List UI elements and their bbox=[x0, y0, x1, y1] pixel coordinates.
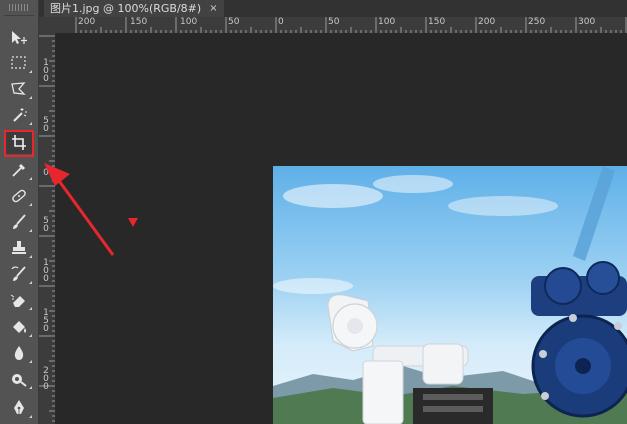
magic-wand-tool[interactable] bbox=[5, 104, 33, 126]
tools-panel bbox=[0, 0, 39, 424]
flyout-indicator bbox=[29, 386, 32, 389]
brush-icon bbox=[13, 214, 26, 229]
flyout-indicator bbox=[29, 415, 32, 418]
flyout-indicator bbox=[29, 177, 32, 180]
flyout-indicator bbox=[29, 255, 32, 258]
eyedropper-tool[interactable] bbox=[5, 159, 33, 181]
ruler-label: 200 bbox=[78, 17, 96, 27]
paint-bucket-tool[interactable] bbox=[5, 316, 33, 338]
ruler-label: 50 bbox=[328, 17, 340, 27]
document-image[interactable] bbox=[273, 166, 627, 424]
ruler-label: 250 bbox=[528, 17, 546, 27]
ruler-label: 5 0 bbox=[43, 116, 49, 134]
vertical-ruler[interactable]: 1 0 0 5 0 0 5 0 1 0 0 1 5 0 2 0 0 bbox=[39, 33, 56, 424]
ruler-label: 100 bbox=[378, 17, 396, 27]
ruler-label: 150 bbox=[428, 17, 446, 27]
pen-icon bbox=[14, 400, 24, 414]
pump-photo bbox=[273, 166, 627, 424]
brush-tool[interactable] bbox=[5, 211, 33, 233]
ruler-label: 5 0 bbox=[43, 216, 49, 234]
eraser-tool[interactable] bbox=[5, 289, 33, 311]
ruler-label: 300 bbox=[578, 17, 596, 27]
flyout-indicator bbox=[29, 96, 32, 99]
history-brush-tool[interactable] bbox=[5, 263, 33, 285]
healing-brush-tool[interactable] bbox=[5, 185, 33, 207]
flyout-indicator bbox=[29, 122, 32, 125]
flyout-indicator bbox=[29, 360, 32, 363]
flyout-indicator bbox=[29, 70, 32, 73]
flyout-indicator bbox=[29, 334, 32, 337]
rect-marquee-icon bbox=[11, 56, 26, 69]
move-icon bbox=[12, 31, 27, 44]
magic-wand-icon bbox=[13, 108, 27, 122]
flyout-indicator bbox=[29, 281, 32, 284]
document-tab-bar: 图片1.jpg @ 100%(RGB/8#) × bbox=[39, 0, 627, 17]
ruler-label: 0 bbox=[278, 17, 284, 27]
marquee-tool[interactable] bbox=[5, 52, 33, 74]
pen-tool[interactable] bbox=[5, 397, 33, 419]
blur-tool[interactable] bbox=[5, 342, 33, 364]
paint-bucket-icon bbox=[13, 321, 26, 333]
ruler-label: 100 bbox=[180, 17, 198, 27]
cursor-marker-icon bbox=[128, 218, 138, 227]
ruler-label: 1 5 0 bbox=[43, 308, 49, 334]
eraser-icon bbox=[10, 294, 25, 307]
eyedropper-icon bbox=[12, 163, 26, 177]
lasso-tool[interactable] bbox=[5, 78, 33, 100]
document-tab-title: 图片1.jpg @ 100%(RGB/8#) bbox=[50, 2, 202, 15]
flyout-indicator bbox=[29, 307, 32, 310]
bandage-icon bbox=[12, 189, 26, 203]
ruler-label: 2 0 0 bbox=[43, 366, 49, 392]
move-tool[interactable] bbox=[5, 27, 33, 49]
panel-grip[interactable] bbox=[9, 4, 29, 11]
flyout-indicator bbox=[29, 229, 32, 232]
dodge-icon bbox=[12, 374, 27, 387]
panel-divider bbox=[4, 15, 34, 16]
polygon-lasso-icon bbox=[11, 82, 26, 95]
ruler-label: 50 bbox=[228, 17, 240, 27]
ruler-label: 200 bbox=[478, 17, 496, 27]
ruler-label: 1 0 0 bbox=[43, 58, 49, 84]
dodge-tool[interactable] bbox=[5, 368, 33, 390]
ruler-label: 0 bbox=[43, 168, 49, 178]
drop-icon bbox=[14, 346, 24, 360]
ruler-label: 1 0 0 bbox=[43, 258, 49, 284]
history-brush-icon bbox=[11, 266, 26, 281]
horizontal-ruler[interactable]: 200 150 100 50 0 50 100 150 200 250 300 bbox=[39, 17, 627, 34]
ruler-label: 150 bbox=[130, 17, 148, 27]
flyout-indicator bbox=[29, 203, 32, 206]
stamp-icon bbox=[12, 241, 26, 254]
crop-tool-highlight bbox=[4, 130, 34, 157]
close-icon[interactable]: × bbox=[209, 0, 217, 17]
clone-stamp-tool[interactable] bbox=[5, 237, 33, 259]
document-tab[interactable]: 图片1.jpg @ 100%(RGB/8#) × bbox=[44, 0, 224, 17]
